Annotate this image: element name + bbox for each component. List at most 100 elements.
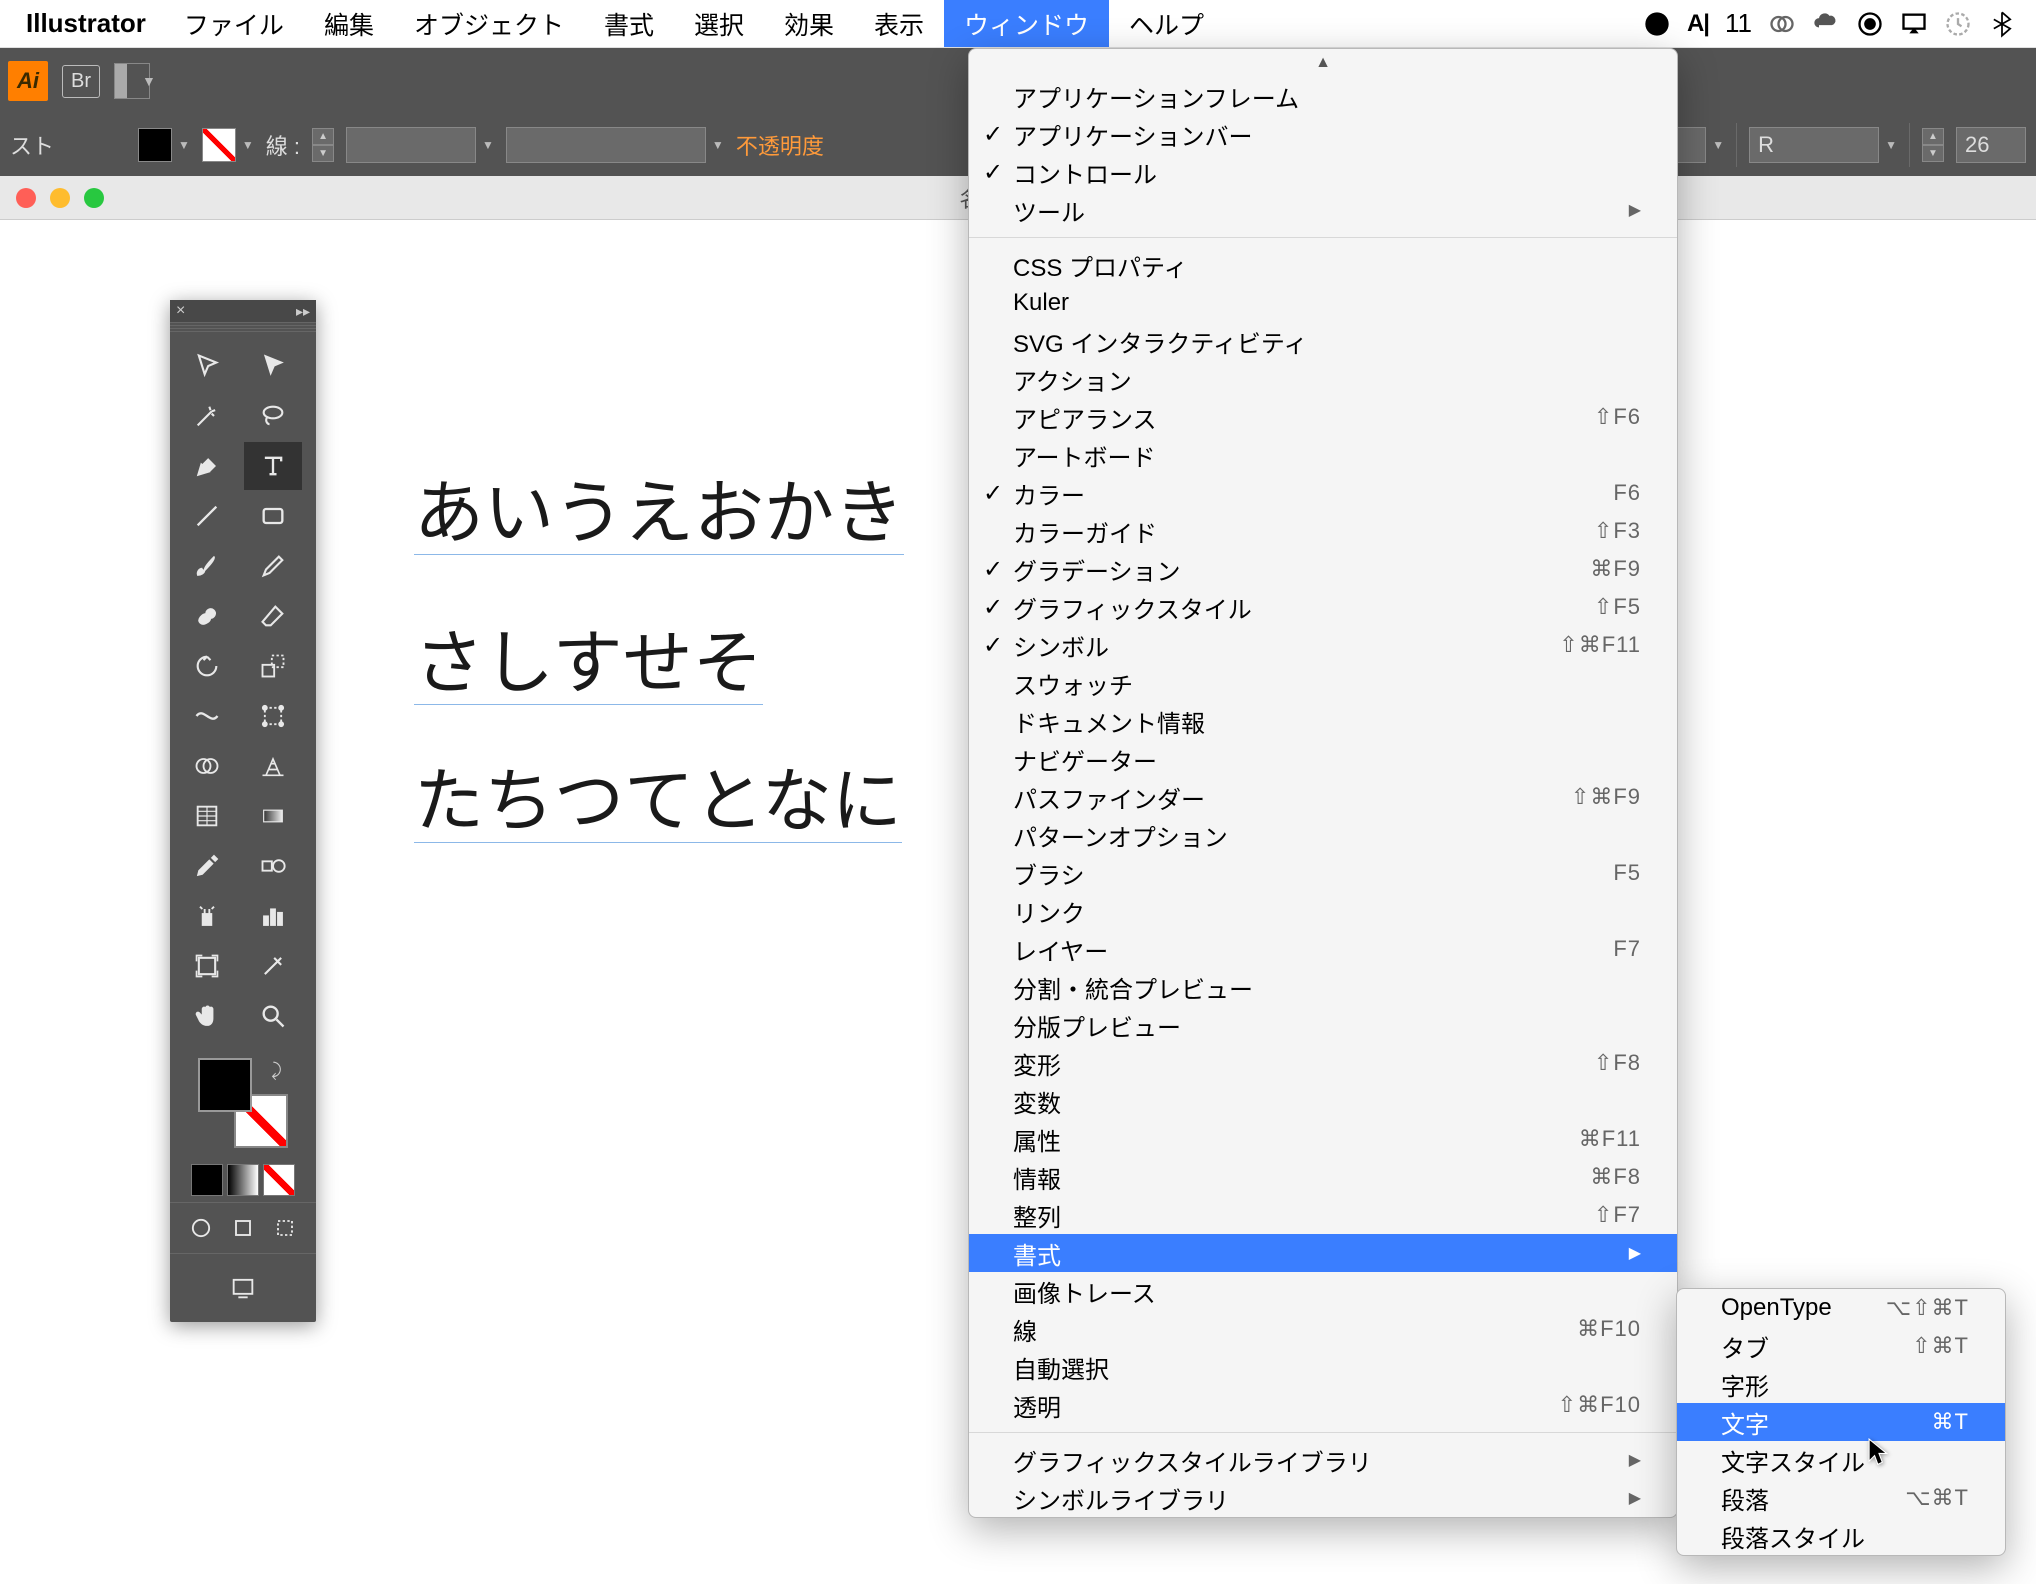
pen-tool[interactable] xyxy=(178,442,236,490)
menu-item[interactable]: アピアランス⇧F6 xyxy=(969,398,1677,436)
bluetooth-icon[interactable] xyxy=(1988,10,2016,38)
menu-item[interactable]: 線⌘F10 xyxy=(969,1310,1677,1348)
menu-scroll-up[interactable]: ▲ xyxy=(969,49,1677,77)
menu-select[interactable]: 選択 xyxy=(674,0,764,47)
cc-icon[interactable] xyxy=(1768,10,1796,38)
menu-item[interactable]: 整列⇧F7 xyxy=(969,1196,1677,1234)
scale-tool[interactable] xyxy=(244,642,302,690)
type-tool[interactable] xyxy=(244,442,302,490)
menu-item[interactable]: SVG インタラクティビティ xyxy=(969,322,1677,360)
menu-item[interactable]: 情報⌘F8 xyxy=(969,1158,1677,1196)
artboard-tool[interactable] xyxy=(178,942,236,990)
menu-type[interactable]: 書式 xyxy=(584,0,674,47)
timemachine-icon[interactable] xyxy=(1944,10,1972,38)
submenu-item[interactable]: 字形 xyxy=(1677,1365,2005,1403)
paintbrush-tool[interactable] xyxy=(178,542,236,590)
zoom-tool[interactable] xyxy=(244,992,302,1040)
direct-selection-tool[interactable] xyxy=(244,342,302,390)
hand-tool[interactable] xyxy=(178,992,236,1040)
close-icon[interactable]: × xyxy=(176,302,185,320)
rotate-tool[interactable] xyxy=(178,642,236,690)
collapse-icon[interactable]: ▸▸ xyxy=(296,303,310,320)
menu-item[interactable]: ✓グラフィックスタイル⇧F5 xyxy=(969,588,1677,626)
menu-view[interactable]: 表示 xyxy=(854,0,944,47)
chevron-down-icon[interactable]: ▼ xyxy=(1885,138,1897,152)
text-object-line3[interactable]: たちつてとなに xyxy=(414,768,902,843)
menu-item[interactable]: パスファインダー⇧⌘F9 xyxy=(969,778,1677,816)
draw-behind[interactable] xyxy=(224,1209,262,1247)
menu-object[interactable]: オブジェクト xyxy=(394,0,584,47)
window-minimize-button[interactable] xyxy=(50,188,70,208)
menu-item[interactable]: 書式▶ xyxy=(969,1234,1677,1272)
circle-icon[interactable] xyxy=(1856,10,1884,38)
submenu-item[interactable]: 段落スタイル xyxy=(1677,1517,2005,1555)
menu-item[interactable]: 透明⇧⌘F10 xyxy=(969,1386,1677,1424)
menu-item[interactable]: 分版プレビュー xyxy=(969,1006,1677,1044)
tools-panel[interactable]: × ▸▸ ⤸ xyxy=(170,300,316,1322)
width-tool[interactable] xyxy=(178,692,236,740)
lasso-tool[interactable] xyxy=(244,392,302,440)
submenu-item[interactable]: 段落⌥⌘T xyxy=(1677,1479,2005,1517)
gradient-mode[interactable] xyxy=(227,1164,259,1196)
menu-item[interactable]: ✓コントロール xyxy=(969,153,1677,191)
none-mode[interactable] xyxy=(263,1164,295,1196)
color-mode[interactable] xyxy=(191,1164,223,1196)
perspective-grid-tool[interactable] xyxy=(244,742,302,790)
draw-inside[interactable] xyxy=(266,1209,304,1247)
submenu-item[interactable]: OpenType⌥⇧⌘T xyxy=(1677,1289,2005,1327)
menu-item[interactable]: CSS プロパティ xyxy=(969,246,1677,284)
tools-panel-header[interactable]: × ▸▸ xyxy=(170,300,316,322)
menu-item[interactable]: ブラシF5 xyxy=(969,854,1677,892)
menu-item[interactable]: ✓カラーF6 xyxy=(969,474,1677,512)
menu-item[interactable]: グラフィックスタイルライブラリ▶ xyxy=(969,1441,1677,1479)
font-style-select[interactable]: R xyxy=(1749,127,1879,163)
eyedropper-tool[interactable] xyxy=(178,842,236,890)
stroke-weight-select[interactable] xyxy=(346,127,476,163)
menu-item[interactable]: リンク xyxy=(969,892,1677,930)
notification-icon[interactable] xyxy=(1643,10,1671,38)
menu-item[interactable]: アプリケーションフレーム xyxy=(969,77,1677,115)
text-object-line2[interactable]: さしすせそ xyxy=(414,630,763,705)
selection-tool[interactable] xyxy=(178,342,236,390)
menu-effect[interactable]: 効果 xyxy=(764,0,854,47)
free-transform-tool[interactable] xyxy=(244,692,302,740)
fill-swatch[interactable] xyxy=(138,128,172,162)
airplay-icon[interactable] xyxy=(1900,10,1928,38)
chevron-down-icon[interactable]: ▼ xyxy=(142,73,156,89)
symbol-sprayer-tool[interactable] xyxy=(178,892,236,940)
menu-item[interactable]: Kuler xyxy=(969,284,1677,322)
font-size-stepper[interactable]: ▲▼ xyxy=(1922,128,1944,162)
menu-item[interactable]: 変形⇧F8 xyxy=(969,1044,1677,1082)
menu-item[interactable]: アートボード xyxy=(969,436,1677,474)
menu-item[interactable]: ✓アプリケーションバー xyxy=(969,115,1677,153)
chevron-down-icon[interactable]: ▼ xyxy=(482,138,494,152)
panel-grip[interactable] xyxy=(170,322,316,334)
text-object-line1[interactable]: あいうえおかき xyxy=(414,480,904,555)
submenu-item[interactable]: 文字スタイル xyxy=(1677,1441,2005,1479)
menu-item[interactable]: 変数 xyxy=(969,1082,1677,1120)
menu-edit[interactable]: 編集 xyxy=(304,0,394,47)
draw-normal[interactable] xyxy=(182,1209,220,1247)
menu-item[interactable]: シンボルライブラリ▶ xyxy=(969,1479,1677,1517)
cloud-icon[interactable] xyxy=(1812,10,1840,38)
menu-window[interactable]: ウィンドウ xyxy=(944,0,1109,47)
menu-item[interactable]: アクション xyxy=(969,360,1677,398)
rectangle-tool[interactable] xyxy=(244,492,302,540)
fill-color[interactable] xyxy=(198,1058,252,1112)
menu-item[interactable]: ✓シンボル⇧⌘F11 xyxy=(969,626,1677,664)
menu-item[interactable]: ✓グラデーション⌘F9 xyxy=(969,550,1677,588)
menu-item[interactable]: スウォッチ xyxy=(969,664,1677,702)
menu-item[interactable]: ナビゲーター xyxy=(969,740,1677,778)
pencil-tool[interactable] xyxy=(244,542,302,590)
menu-item[interactable]: カラーガイド⇧F3 xyxy=(969,512,1677,550)
menu-item[interactable]: ドキュメント情報 xyxy=(969,702,1677,740)
chevron-down-icon[interactable]: ▼ xyxy=(178,138,190,152)
menu-item[interactable]: レイヤーF7 xyxy=(969,930,1677,968)
mesh-tool[interactable] xyxy=(178,792,236,840)
stroke-profile-select[interactable] xyxy=(506,127,706,163)
chevron-down-icon[interactable]: ▼ xyxy=(1712,138,1724,152)
bridge-button[interactable]: Br xyxy=(62,65,100,98)
menu-item[interactable]: ツール▶ xyxy=(969,191,1677,229)
stroke-swatch[interactable] xyxy=(202,128,236,162)
menu-help[interactable]: ヘルプ xyxy=(1109,0,1224,47)
